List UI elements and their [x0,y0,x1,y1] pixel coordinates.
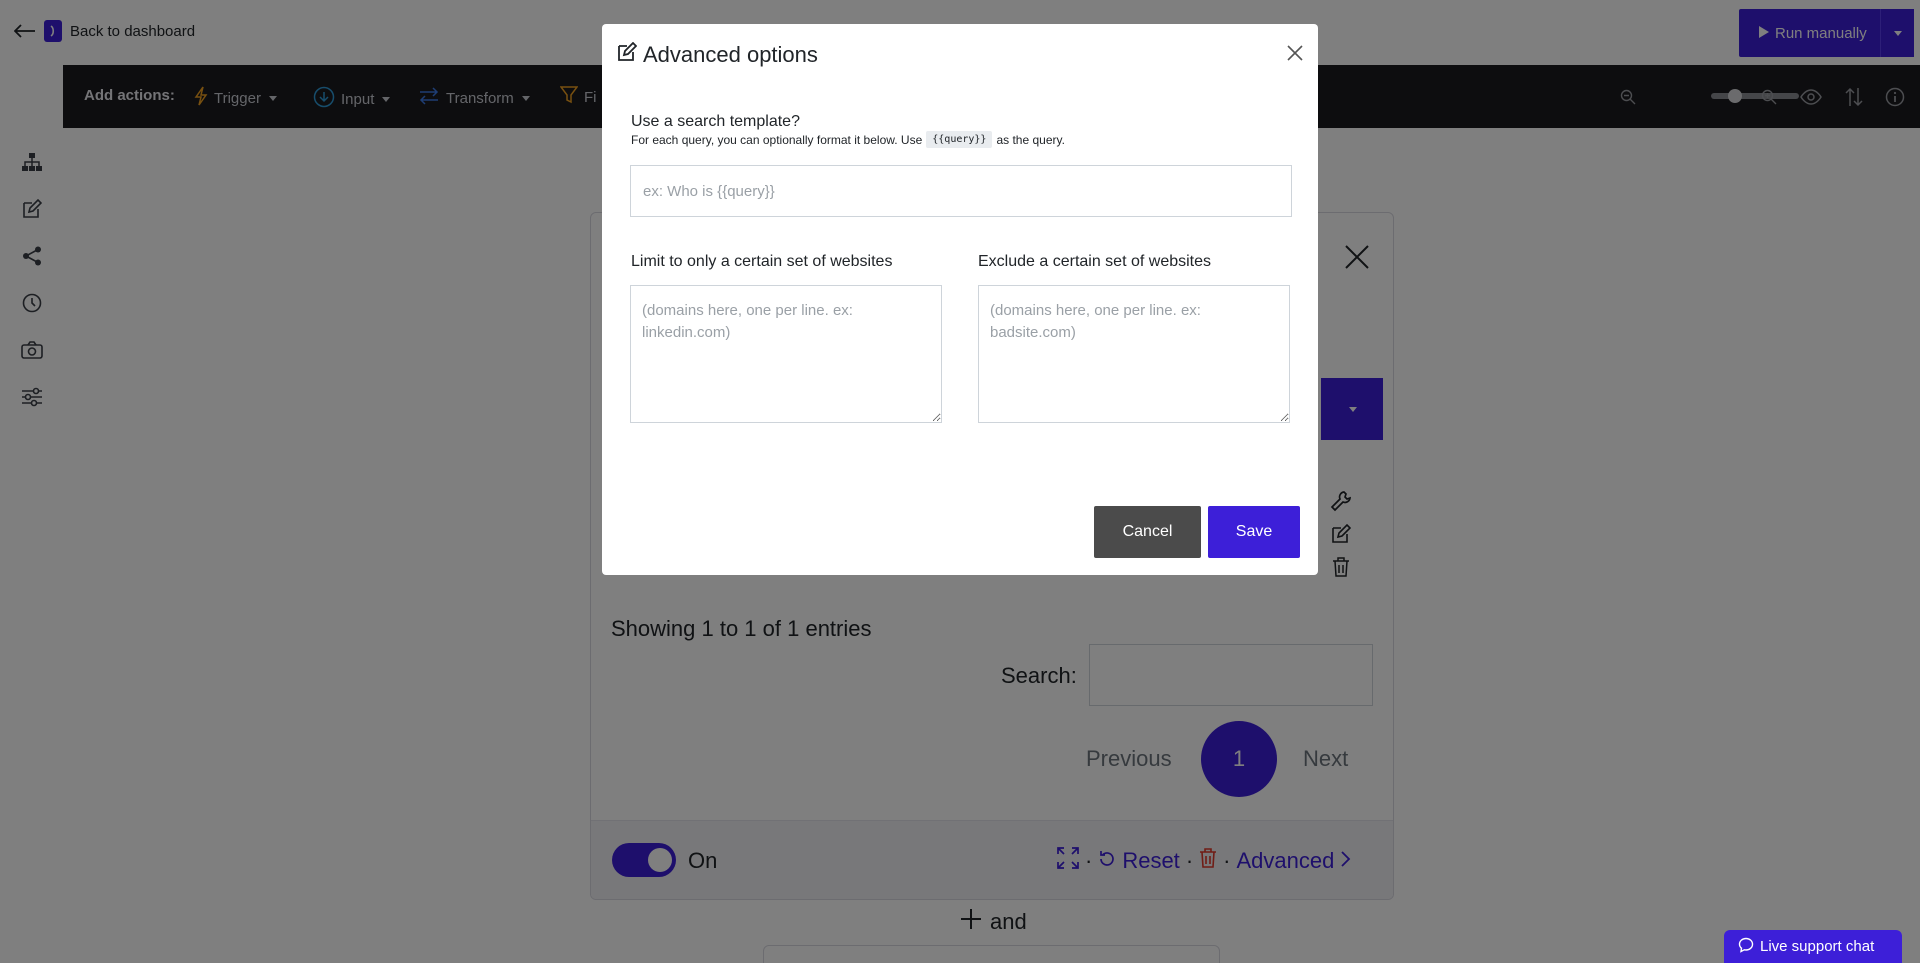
modal-title: Advanced options [617,41,818,68]
modal-header: Advanced options [602,24,1318,86]
chat-bubble-icon [1738,937,1754,957]
help-text-prefix: For each query, you can optionally forma… [631,132,923,147]
help-text-suffix: as the query. [996,132,1065,147]
close-icon[interactable] [1286,44,1306,64]
search-template-label: Use a search template? [631,113,800,130]
exclude-sites-label: Exclude a certain set of websites [978,253,1212,270]
query-code-chip: {{query}} [926,131,993,148]
search-template-help: For each query, you can optionally forma… [631,131,1065,148]
live-support-chat-button[interactable]: Live support chat [1724,930,1902,963]
advanced-options-modal: Advanced options Use a search template? … [602,24,1318,575]
modal-title-text: Advanced options [643,42,818,67]
save-button[interactable]: Save [1208,506,1300,558]
search-template-input[interactable] [630,165,1292,217]
edit-icon [617,41,638,68]
include-sites-textarea[interactable] [630,285,942,423]
exclude-sites-textarea[interactable] [978,285,1290,423]
cancel-button[interactable]: Cancel [1094,506,1201,558]
include-sites-label: Limit to only a certain set of websites [631,253,893,270]
live-support-chat-label: Live support chat [1760,938,1875,955]
